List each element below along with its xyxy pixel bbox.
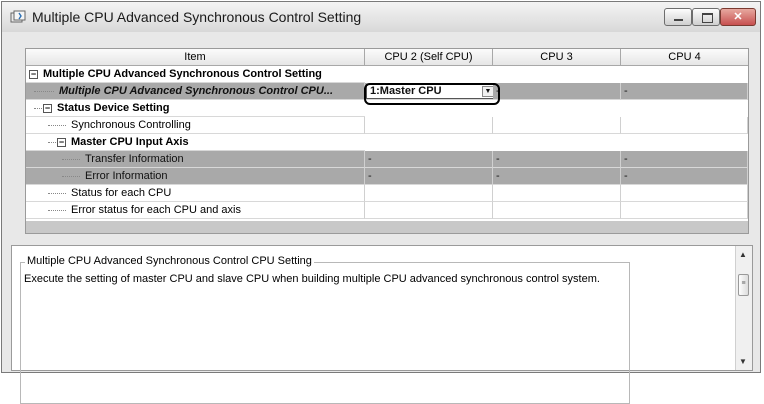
cpu4-cell[interactable]: [621, 117, 748, 134]
maximize-icon: [702, 13, 713, 23]
cpu4-cell[interactable]: [621, 185, 748, 202]
table-row[interactable]: Error status for each CPU and axis: [26, 202, 748, 219]
grid-footer: [26, 221, 748, 233]
column-header-cpu2[interactable]: CPU 2 (Self CPU): [365, 49, 493, 66]
maximize-button[interactable]: [692, 8, 720, 26]
cpu2-cell[interactable]: -: [365, 168, 493, 185]
close-icon: ✕: [733, 11, 743, 23]
column-header-cpu4[interactable]: CPU 4: [621, 49, 748, 66]
row-label: Error status for each CPU and axis: [71, 204, 241, 216]
row-label: Synchronous Controlling: [71, 119, 191, 131]
column-header-cpu3[interactable]: CPU 3: [493, 49, 621, 66]
settings-app-icon: [10, 10, 26, 23]
cpu3-cell[interactable]: -: [493, 83, 621, 100]
cpu3-cell[interactable]: [493, 185, 621, 202]
cpu2-cell[interactable]: [365, 185, 493, 202]
table-row[interactable]: Synchronous Controlling: [26, 117, 748, 134]
vertical-scrollbar[interactable]: ▲ ≡ ▼: [735, 246, 752, 370]
row-label: Status for each CPU: [71, 187, 172, 199]
row-label: Error Information: [85, 170, 168, 182]
cpu4-cell[interactable]: -: [621, 151, 748, 168]
description-panel: Multiple CPU Advanced Synchronous Contro…: [11, 245, 753, 404]
row-label: Transfer Information: [85, 153, 184, 165]
collapse-icon[interactable]: −: [29, 70, 38, 79]
settings-grid: Item CPU 2 (Self CPU) CPU 3 CPU 4 − Mult…: [25, 48, 749, 234]
table-row[interactable]: Error Information - - -: [26, 168, 748, 185]
collapse-icon[interactable]: −: [57, 138, 66, 147]
collapse-icon[interactable]: −: [43, 104, 52, 113]
table-row[interactable]: − Multiple CPU Advanced Synchronous Cont…: [26, 66, 748, 83]
cpu2-cell[interactable]: [365, 117, 493, 134]
cpu4-cell[interactable]: -: [621, 168, 748, 185]
selection-highlight: [364, 83, 500, 105]
cpu3-cell[interactable]: -: [493, 168, 621, 185]
scroll-thumb[interactable]: ≡: [738, 274, 749, 296]
row-label: Status Device Setting: [57, 102, 170, 114]
close-button[interactable]: ✕: [720, 8, 756, 26]
table-row[interactable]: Status for each CPU: [26, 185, 748, 202]
window-title: Multiple CPU Advanced Synchronous Contro…: [32, 9, 362, 25]
minimize-button[interactable]: [664, 8, 692, 26]
title-bar: Multiple CPU Advanced Synchronous Contro…: [2, 2, 760, 32]
table-row[interactable]: − Master CPU Input Axis: [26, 134, 748, 151]
description-title: Multiple CPU Advanced Synchronous Contro…: [25, 255, 314, 267]
table-row[interactable]: Transfer Information - - -: [26, 151, 748, 168]
scroll-up-icon[interactable]: ▲: [739, 250, 747, 259]
cpu2-cell[interactable]: [365, 202, 493, 219]
cpu4-cell[interactable]: [621, 202, 748, 219]
settings-window: Multiple CPU Advanced Synchronous Contro…: [1, 1, 761, 404]
row-label: Multiple CPU Advanced Synchronous Contro…: [43, 68, 322, 80]
row-label: Master CPU Input Axis: [71, 136, 189, 148]
column-header-item[interactable]: Item: [26, 49, 365, 66]
cpu3-cell[interactable]: [493, 202, 621, 219]
row-label: Multiple CPU Advanced Synchronous Contro…: [59, 85, 334, 97]
description-text: Execute the setting of master CPU and sl…: [24, 273, 600, 285]
cpu4-cell[interactable]: -: [621, 83, 748, 100]
cpu3-cell[interactable]: [493, 117, 621, 134]
scroll-down-icon[interactable]: ▼: [739, 357, 747, 366]
cpu3-cell[interactable]: -: [493, 151, 621, 168]
minimize-icon: [674, 19, 683, 21]
cpu2-cell[interactable]: -: [365, 151, 493, 168]
